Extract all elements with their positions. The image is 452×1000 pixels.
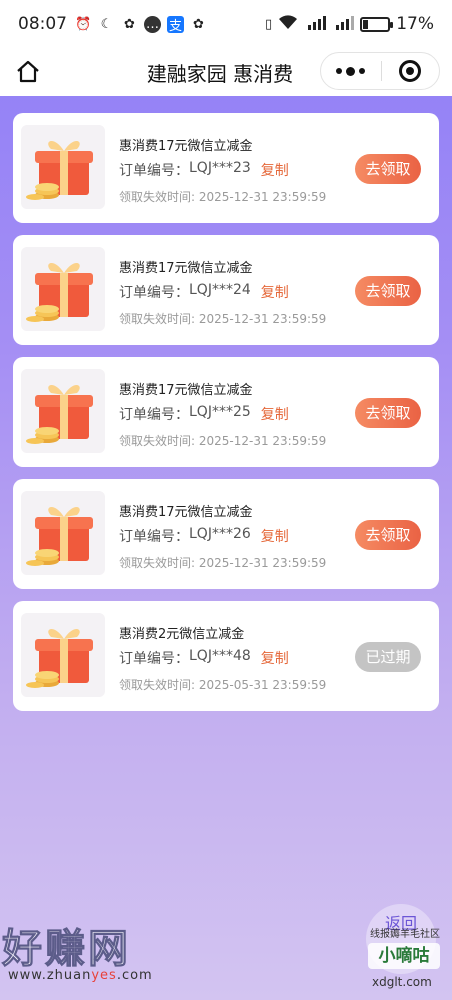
alarm-icon: ⏰ (75, 16, 92, 32)
order-row: 订单编号： LQJ***23 复制 (119, 160, 289, 180)
order-number: LQJ***26 (189, 526, 251, 542)
expire-time: 2025-12-31 23:59:59 (198, 312, 327, 326)
coupon-title: 惠消费17元微信立减金 (119, 505, 253, 520)
copy-button[interactable]: 复制 (261, 282, 289, 302)
expire-time: 2025-05-31 23:59:59 (198, 678, 327, 692)
copy-button[interactable]: 复制 (261, 648, 289, 668)
gift-icon (21, 247, 105, 331)
watermark-community: 线报薅羊毛社区 (370, 929, 440, 940)
wechat-icon: ✿ (124, 16, 135, 32)
signal-5g-icon (304, 15, 327, 34)
claim-button[interactable]: 去领取 (355, 398, 421, 428)
expire-label: 领取失效时间: (119, 434, 199, 448)
vibrate-icon: ▯ (265, 16, 273, 32)
wifi-icon (278, 14, 298, 34)
expired-badge: 已过期 (355, 642, 421, 672)
expire-label: 领取失效时间: (119, 312, 199, 326)
expire-row: 领取失效时间: 2025-12-31 23:59:59 (119, 432, 326, 449)
order-label: 订单编号： (119, 651, 189, 667)
expire-label: 领取失效时间: (119, 190, 199, 204)
nav-bar: 建融家园 惠消费 (0, 48, 452, 96)
copy-button[interactable]: 复制 (261, 526, 289, 546)
miniprogram-capsule (320, 52, 440, 90)
order-number: LQJ***23 (189, 160, 251, 176)
coupon-card: 惠消费17元微信立减金 订单编号： LQJ***24 复制 领取失效时间: 20… (13, 235, 439, 345)
home-icon (17, 60, 39, 83)
moon-icon: ☾ (100, 16, 113, 32)
order-number: LQJ***25 (189, 404, 251, 420)
copy-button[interactable]: 复制 (261, 160, 289, 180)
expire-time: 2025-12-31 23:59:59 (198, 556, 327, 570)
order-label: 订单编号： (119, 163, 189, 179)
order-row: 订单编号： LQJ***26 复制 (119, 526, 289, 546)
claim-button[interactable]: 去领取 (355, 154, 421, 184)
gift-icon (21, 369, 105, 453)
coupon-card: 惠消费2元微信立减金 订单编号： LQJ***48 复制 领取失效时间: 202… (13, 601, 439, 711)
expire-row: 领取失效时间: 2025-12-31 23:59:59 (119, 310, 326, 327)
battery-percent: 17% (396, 14, 434, 34)
alipay-icon: 支 (167, 15, 184, 34)
watermark-url: www.zhuanyes.com (8, 968, 153, 983)
expire-label: 领取失效时间: (119, 556, 199, 570)
coupon-list: 惠消费17元微信立减金 订单编号： LQJ***23 复制 领取失效时间: 20… (13, 113, 439, 723)
home-button[interactable] (14, 58, 42, 86)
watermark-brand: 好赚网 (2, 926, 131, 973)
order-label: 订单编号： (119, 529, 189, 545)
coupon-title: 惠消费17元微信立减金 (119, 261, 253, 276)
coupon-card: 惠消费17元微信立减金 订单编号： LQJ***25 复制 领取失效时间: 20… (13, 357, 439, 467)
coupon-title: 惠消费17元微信立减金 (119, 383, 253, 398)
copy-button[interactable]: 复制 (261, 404, 289, 424)
claim-button[interactable]: 去领取 (355, 520, 421, 550)
order-row: 订单编号： LQJ***24 复制 (119, 282, 289, 302)
expire-time: 2025-12-31 23:59:59 (198, 190, 327, 204)
more-button[interactable] (321, 66, 381, 76)
battery-icon (360, 16, 394, 32)
status-time: 08:07 (18, 14, 67, 34)
order-row: 订单编号： LQJ***25 复制 (119, 404, 289, 424)
expire-label: 领取失效时间: (119, 678, 199, 692)
watermark-community-url: xdglt.com (372, 975, 432, 989)
system-icons: ▯ 17% (265, 14, 434, 34)
coupon-title: 惠消费2元微信立减金 (119, 627, 245, 642)
order-row: 订单编号： LQJ***48 复制 (119, 648, 289, 668)
page-title: 建融家园 惠消费 (146, 62, 294, 86)
wechat-pay-icon: ✿ (193, 16, 204, 32)
close-button[interactable] (381, 60, 439, 82)
expire-row: 领取失效时间: 2025-12-31 23:59:59 (119, 188, 326, 205)
expire-row: 领取失效时间: 2025-12-31 23:59:59 (119, 554, 326, 571)
order-number: LQJ***48 (189, 648, 251, 664)
order-label: 订单编号： (119, 285, 189, 301)
gift-icon (21, 613, 105, 697)
expire-time: 2025-12-31 23:59:59 (198, 434, 327, 448)
message-icon: … (144, 15, 161, 33)
notification-icons: ⏰ ☾ ✿ … 支 ✿ (75, 15, 207, 34)
coupon-card: 惠消费17元微信立减金 订单编号： LQJ***23 复制 领取失效时间: 20… (13, 113, 439, 223)
expire-row: 领取失效时间: 2025-05-31 23:59:59 (119, 676, 326, 693)
order-label: 订单编号： (119, 407, 189, 423)
watermark-community-name: 小嘀咕 (368, 943, 440, 969)
coupon-card: 惠消费17元微信立减金 订单编号： LQJ***26 复制 领取失效时间: 20… (13, 479, 439, 589)
battery-level (363, 19, 368, 29)
gift-icon (21, 491, 105, 575)
gift-icon (21, 125, 105, 209)
order-number: LQJ***24 (189, 282, 251, 298)
status-bar: 08:07 ⏰ ☾ ✿ … 支 ✿ ▯ 17% (0, 0, 452, 48)
coupon-title: 惠消费17元微信立减金 (119, 139, 253, 154)
claim-button[interactable]: 去领取 (355, 276, 421, 306)
close-target-icon (399, 60, 422, 82)
signal-4g-icon (332, 15, 355, 34)
